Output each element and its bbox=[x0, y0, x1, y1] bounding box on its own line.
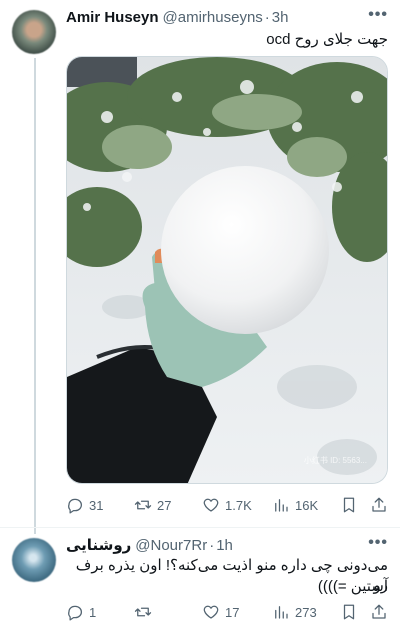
display-name[interactable]: روشنایی bbox=[66, 536, 131, 554]
tweet-header: Amir Huseyn @amirhuseyns · 3h ••• bbox=[66, 6, 388, 28]
tweet[interactable]: Amir Huseyn @amirhuseyns · 3h ••• جهت جل… bbox=[0, 0, 400, 526]
share-button[interactable] bbox=[370, 496, 388, 514]
bookmark-icon bbox=[343, 604, 355, 620]
avatar[interactable] bbox=[12, 10, 56, 54]
tweet-text: جهت جلای روح ocd bbox=[266, 31, 388, 48]
repost-count: 27 bbox=[157, 497, 172, 513]
reply-icon bbox=[68, 498, 83, 514]
views-count: 273 bbox=[295, 604, 317, 620]
tweet-header: روشنایی @Nour7Rr · 1h ••• bbox=[66, 534, 388, 556]
timestamp[interactable]: 3h bbox=[272, 9, 289, 26]
separator-dot: · bbox=[209, 536, 215, 554]
bookmark-icon bbox=[343, 497, 355, 513]
views-icon bbox=[275, 499, 288, 512]
share-button[interactable] bbox=[370, 603, 388, 621]
like-button[interactable]: 1.7K bbox=[202, 496, 252, 514]
repost-button[interactable] bbox=[134, 603, 152, 621]
views-count: 16K bbox=[295, 497, 319, 513]
like-icon bbox=[203, 605, 219, 619]
reply-count: 1 bbox=[89, 604, 97, 620]
like-button[interactable]: 17 bbox=[202, 603, 239, 621]
more-icon[interactable]: ••• bbox=[368, 6, 388, 24]
user-handle[interactable]: @amirhuseyns bbox=[163, 9, 263, 26]
reply-button[interactable]: 31 bbox=[66, 496, 103, 514]
like-count: 1.7K bbox=[225, 497, 252, 513]
tweet-actions: 31 27 1.7K 16K bbox=[66, 495, 388, 515]
media-watermark: 小红书 ID: 5563... bbox=[304, 455, 367, 465]
share-icon bbox=[372, 497, 386, 512]
timestamp[interactable]: 1h bbox=[216, 537, 233, 554]
snowball-photo: 小红书 ID: 5563... bbox=[67, 57, 387, 483]
separator-dot: · bbox=[264, 8, 270, 26]
bookmark-button[interactable] bbox=[340, 496, 358, 514]
views-icon bbox=[275, 606, 288, 619]
tweet-image[interactable]: 小红书 ID: 5563... bbox=[66, 56, 388, 484]
like-icon bbox=[203, 498, 219, 512]
reply-icon bbox=[68, 605, 83, 621]
reply-tweet[interactable]: روشنایی @Nour7Rr · 1h ••• می‌دونی چی دار… bbox=[0, 528, 400, 627]
views-button[interactable]: 16K bbox=[272, 496, 318, 514]
display-name[interactable]: Amir Huseyn bbox=[66, 9, 159, 26]
like-count: 17 bbox=[225, 604, 240, 620]
user-handle[interactable]: @Nour7Rr bbox=[135, 537, 207, 554]
tweet-actions: 1 17 273 bbox=[66, 602, 388, 622]
avatar[interactable] bbox=[12, 538, 56, 582]
share-icon bbox=[372, 604, 386, 619]
bookmark-button[interactable] bbox=[340, 603, 358, 621]
more-icon[interactable]: ••• bbox=[368, 534, 388, 552]
reply-count: 31 bbox=[89, 497, 104, 513]
tweet-text-line-2: آستین =)))) bbox=[317, 578, 388, 595]
views-button[interactable]: 273 bbox=[272, 603, 317, 621]
repost-icon bbox=[134, 607, 152, 617]
reply-button[interactable]: 1 bbox=[66, 603, 96, 621]
repost-icon bbox=[134, 500, 152, 510]
repost-button[interactable]: 27 bbox=[134, 496, 171, 514]
